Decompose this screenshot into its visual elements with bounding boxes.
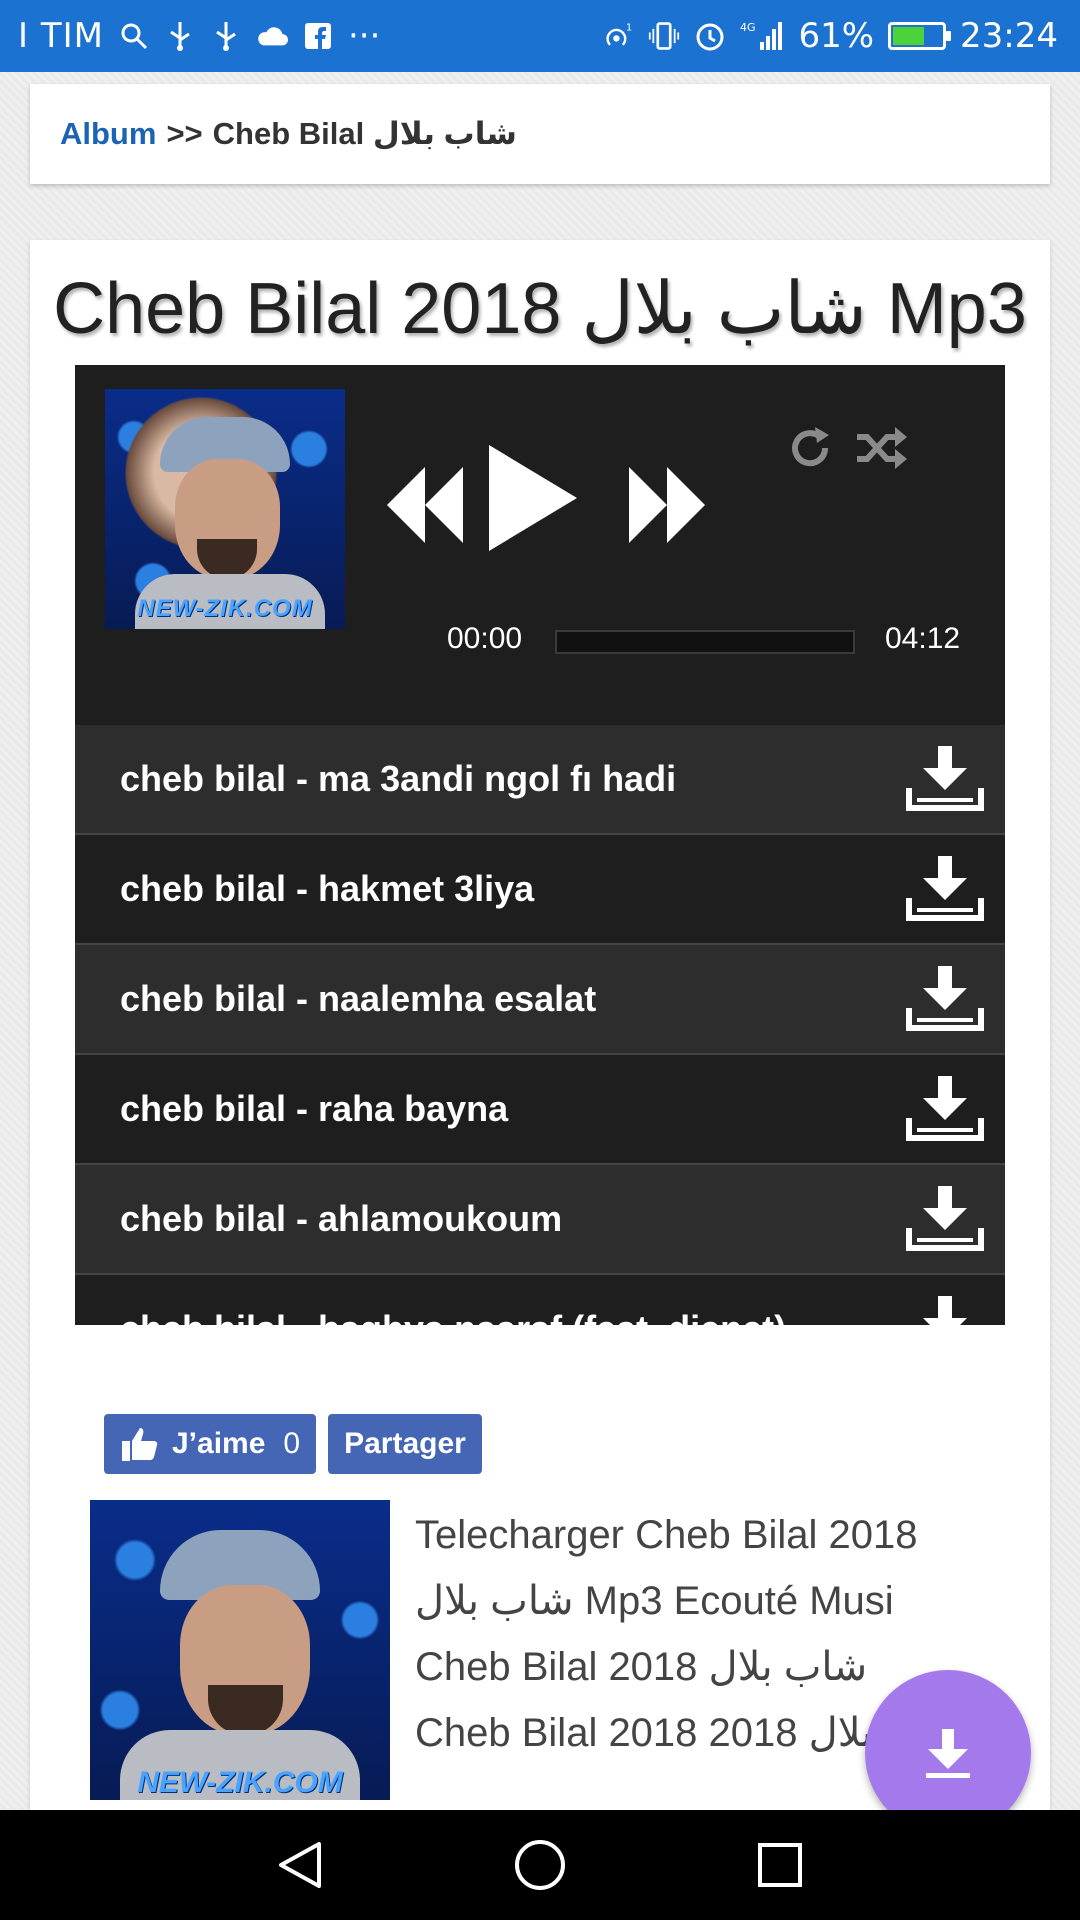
album-card: Cheb Bilal 2018 شاب بلال Mp3 NEW-ZIK.COM	[30, 240, 1050, 1810]
track-item[interactable]: cheb bilal - naalemha esalat	[75, 945, 1005, 1055]
breadcrumb-current: Cheb Bilal شاب بلال	[212, 116, 517, 151]
share-button[interactable]: Partager	[328, 1414, 482, 1474]
clock: 23:24	[960, 16, 1058, 56]
track-title: cheb bilal - baghya naaraf (feat. djenet…	[120, 1308, 786, 1325]
download-icon[interactable]	[905, 1074, 985, 1144]
play-button[interactable]	[487, 443, 579, 553]
description-line: Telecharger Cheb Bilal 2018	[415, 1513, 918, 1557]
cloud-icon	[256, 20, 288, 52]
search-icon	[118, 20, 150, 52]
track-item[interactable]: cheb bilal - ahlamoukoum	[75, 1165, 1005, 1275]
breadcrumb-album-link[interactable]: Album	[60, 116, 156, 152]
more-notifications-icon: ···	[347, 16, 381, 56]
track-item[interactable]: cheb bilal - ma 3andi ngol fı hadi	[75, 725, 1005, 835]
battery-level	[893, 27, 925, 45]
breadcrumb: Album >> Cheb Bilal شاب بلال	[30, 84, 1050, 184]
audio-player: NEW-ZIK.COM 00:00 04:12 cheb bilal - ma …	[75, 365, 1005, 1325]
download-icon[interactable]	[905, 854, 985, 924]
page-title: Cheb Bilal 2018 شاب بلال Mp3	[53, 269, 1027, 349]
cover-watermark: NEW-ZIK.COM	[137, 595, 313, 622]
back-button[interactable]	[265, 1830, 335, 1900]
like-button[interactable]: J’aime 0	[104, 1414, 317, 1474]
hotspot-superscript: 1	[626, 22, 632, 33]
battery-icon	[888, 22, 952, 50]
status-bar: I TIM ··· 1 4G 61% 23:24	[0, 0, 1080, 72]
shuffle-button[interactable]	[855, 425, 907, 471]
track-title: cheb bilal - raha bayna	[120, 1088, 509, 1129]
description-image: NEW-ZIK.COM	[90, 1500, 390, 1800]
download-icon[interactable]	[905, 964, 985, 1034]
social-actions: J’aime 0 Partager	[104, 1414, 482, 1474]
home-button[interactable]	[505, 1830, 575, 1900]
network-type: 4G	[740, 21, 756, 34]
battery-percent: 61%	[798, 16, 875, 56]
download-icon[interactable]	[905, 1184, 985, 1254]
album-cover: NEW-ZIK.COM	[105, 389, 345, 629]
track-item[interactable]: cheb bilal - hakmet 3liya	[75, 835, 1005, 945]
download-icon[interactable]	[905, 744, 985, 814]
signal-icon: 4G	[740, 20, 784, 52]
track-title: cheb bilal - ahlamoukoum	[120, 1198, 563, 1239]
home-icon	[515, 1840, 565, 1890]
repeat-button[interactable]	[787, 425, 833, 471]
duration: 04:12	[885, 622, 961, 655]
track-item[interactable]: cheb bilal - raha bayna	[75, 1055, 1005, 1165]
thumbs-up-icon	[122, 1428, 158, 1461]
usb-debug-icon	[210, 20, 242, 52]
breadcrumb-separator: >>	[166, 116, 203, 151]
carrier-label: I TIM	[18, 16, 104, 56]
recents-button[interactable]	[745, 1830, 815, 1900]
shuffle-icon	[857, 427, 907, 469]
track-title: cheb bilal - hakmet 3liya	[120, 868, 535, 909]
back-icon	[279, 1842, 321, 1888]
like-count: 0	[283, 1427, 301, 1460]
alarm-icon	[694, 20, 726, 52]
track-item[interactable]: cheb bilal - baghya naaraf (feat. djenet…	[75, 1275, 1005, 1325]
navigation-bar	[0, 1810, 1080, 1920]
track-list: cheb bilal - ma 3andi ngol fı hadi cheb b…	[75, 725, 1005, 1325]
hotspot-icon: 1	[602, 20, 634, 52]
description-image-watermark: NEW-ZIK.COM	[137, 1766, 343, 1799]
fast-forward-icon	[629, 467, 705, 543]
download-icon	[926, 1729, 970, 1778]
description-line: شاب بلال Mp3 Ecouté Musi	[415, 1579, 894, 1623]
recents-icon	[758, 1843, 802, 1887]
previous-button[interactable]	[385, 465, 465, 545]
vibrate-icon	[648, 20, 680, 52]
track-title: cheb bilal - ma 3andi ngol fı hadi	[120, 758, 677, 799]
facebook-icon	[302, 20, 334, 52]
current-time: 00:00	[447, 622, 523, 655]
repeat-icon	[792, 427, 829, 467]
web-page[interactable]: Album >> Cheb Bilal شاب بلال Cheb Bilal …	[0, 72, 1080, 1810]
track-title: cheb bilal - naalemha esalat	[120, 978, 597, 1019]
download-icon[interactable]	[905, 1294, 985, 1325]
status-bar-right: 1 4G 61% 23:24	[602, 16, 1058, 56]
seek-bar[interactable]	[555, 630, 855, 654]
usb-icon	[164, 20, 196, 52]
like-label: J’aime	[172, 1427, 266, 1460]
next-button[interactable]	[627, 465, 707, 545]
status-bar-left: I TIM ···	[18, 16, 380, 56]
rewind-icon	[387, 467, 463, 543]
play-icon	[489, 445, 577, 551]
